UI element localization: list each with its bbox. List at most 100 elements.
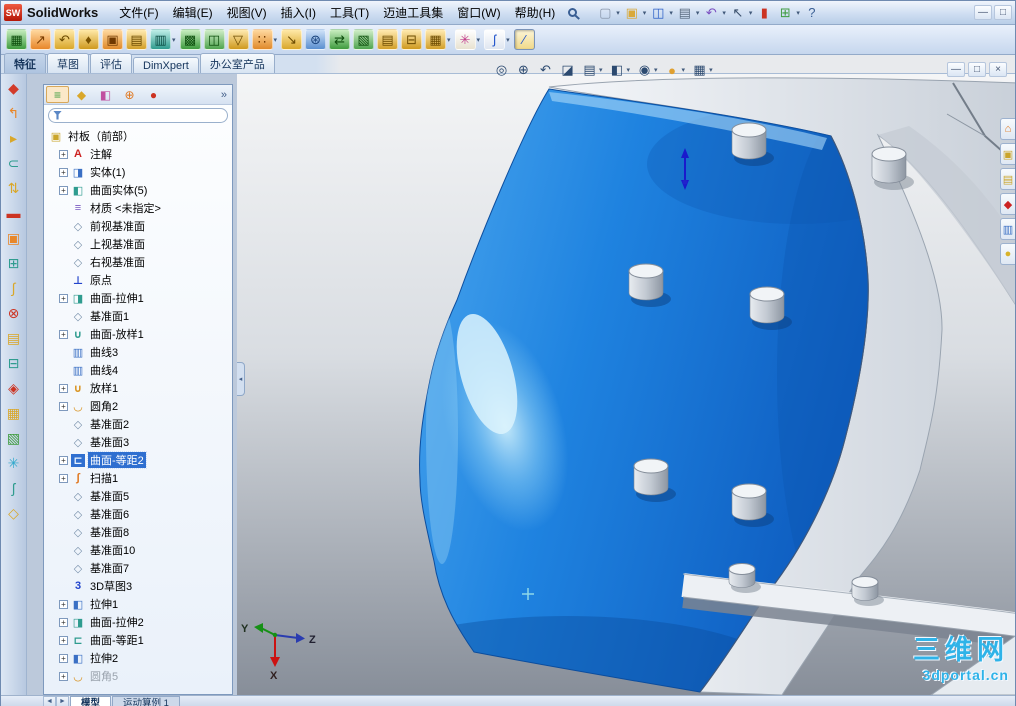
save[interactable]: ◫ ▾ xyxy=(648,3,674,23)
box-orange-icon[interactable]: ▣ xyxy=(5,229,23,247)
badge-grid-dropdown-icon[interactable]: ▾ xyxy=(447,36,451,44)
print-dropdown-icon[interactable]: ▾ xyxy=(696,9,700,17)
spline-teal-icon[interactable]: ʃ xyxy=(5,479,23,497)
design-table-icon[interactable]: ▦ xyxy=(6,29,27,50)
view-orientation[interactable]: ▤ ▾ xyxy=(581,62,604,79)
rollback-icon[interactable]: ↶ xyxy=(54,29,75,50)
close-doc[interactable]: × xyxy=(989,62,1007,77)
save-dropdown-icon[interactable]: ▾ xyxy=(669,9,673,17)
view-orientation-dropdown-icon[interactable]: ▾ xyxy=(599,66,603,74)
bom-table-icon[interactable]: ▩ xyxy=(179,29,201,50)
expand-toggle-icon[interactable]: + xyxy=(59,635,68,645)
material-manager[interactable]: ▥ ▾ xyxy=(150,29,177,50)
featuremanager-tab[interactable]: ≡ xyxy=(46,86,69,103)
minimize-app[interactable]: — xyxy=(974,5,992,20)
material-manager-icon[interactable]: ▥ xyxy=(150,29,171,50)
insert-arrow-icon[interactable]: ↘ xyxy=(281,29,303,50)
tree-item-2[interactable]: + A 注解 xyxy=(47,145,216,163)
folder-gold-icon[interactable]: ▤ xyxy=(377,29,399,50)
undo[interactable]: ↶ ▾ xyxy=(701,3,727,23)
design-table[interactable]: ▦ xyxy=(6,29,27,50)
zoom-fit[interactable]: ◎ xyxy=(493,62,510,79)
expand-toggle-icon[interactable]: + xyxy=(59,185,68,195)
pattern-dots-dropdown-icon[interactable]: ▾ xyxy=(274,36,278,44)
measure-pressed[interactable]: ∕ xyxy=(513,29,535,50)
model-canvas[interactable]: Y X Z xyxy=(237,74,1015,695)
tree-item-4[interactable]: + ◧ 曲面实体(5) xyxy=(47,181,216,199)
menu-item-4[interactable]: 插入(I) xyxy=(274,2,323,23)
insert-arrow[interactable]: ↘ xyxy=(281,29,303,50)
block-green[interactable]: ▧ xyxy=(353,29,375,50)
spline-curve-dropdown-icon[interactable]: ▾ xyxy=(506,36,510,44)
dimxpertmanager-tab[interactable]: ⊕ xyxy=(118,86,141,103)
displaymanager-tab[interactable]: ● xyxy=(142,86,165,103)
folder-tool-icon[interactable]: ▤ xyxy=(5,329,23,347)
material-manager-dropdown-icon[interactable]: ▾ xyxy=(172,36,176,44)
expand-toggle-icon[interactable]: + xyxy=(59,455,68,465)
scroll-tabs-left[interactable]: ◄ xyxy=(43,696,56,706)
print-icon[interactable]: ▤ xyxy=(675,3,695,23)
expand-toggle-icon[interactable]: + xyxy=(59,473,68,483)
menu-item-1[interactable]: 文件(F) xyxy=(112,2,165,23)
smart-fastener-star-dropdown-icon[interactable]: ▾ xyxy=(477,36,481,44)
tree-item-21[interactable]: ◇ 基准面5 xyxy=(47,487,216,505)
tree-item-9[interactable]: ⊥ 原点 xyxy=(47,271,216,289)
save-icon[interactable]: ◫ xyxy=(648,3,668,23)
swap-config[interactable]: ⇄ xyxy=(329,29,351,50)
open-document[interactable]: ▣ ▾ xyxy=(622,3,648,23)
alert-bell-icon[interactable]: ♦ xyxy=(78,29,99,50)
print[interactable]: ▤ ▾ xyxy=(675,3,701,23)
tree-item-14[interactable]: ▥ 曲线4 xyxy=(47,361,216,379)
expand-toggle-icon[interactable]: + xyxy=(59,383,68,393)
configurationmanager-tab[interactable]: ◧ xyxy=(94,86,117,103)
section-view[interactable]: ◪ xyxy=(559,62,576,79)
new-document[interactable]: ▢ ▾ xyxy=(595,3,621,23)
grid-teal-icon[interactable]: ⊞ xyxy=(5,254,23,272)
pattern-dots[interactable]: ∷ ▾ xyxy=(251,29,279,50)
minimize-doc[interactable]: — xyxy=(947,62,965,77)
graphics-viewport[interactable]: Y X Z ◂ ⌂ ▣ ▤ ◆ ▥ ● 三维网 3dportal.cn xyxy=(237,74,1015,695)
badge-grid[interactable]: ▦ ▾ xyxy=(425,29,452,50)
color-swatches[interactable]: ▮ xyxy=(754,3,774,23)
new-document-dropdown-icon[interactable]: ▾ xyxy=(616,9,620,17)
display-style-icon[interactable]: ◧ xyxy=(609,62,626,79)
apply-scene-dropdown-icon[interactable]: ▾ xyxy=(709,66,713,74)
pattern-green-icon[interactable]: ▧ xyxy=(5,429,23,447)
tree-item-10[interactable]: + ◨ 曲面-拉伸1 xyxy=(47,289,216,307)
star-cyan-icon[interactable]: ✳ xyxy=(5,454,23,472)
model-tab-2[interactable]: 运动算例 1 xyxy=(112,696,180,706)
edit-appearance-icon[interactable]: ● xyxy=(664,62,681,79)
menu-item-7[interactable]: 窗口(W) xyxy=(450,2,507,23)
appearances-scenes[interactable]: ● xyxy=(1000,243,1015,265)
select-dropdown-icon[interactable]: ▾ xyxy=(749,9,753,17)
spline-curve[interactable]: ʃ ▾ xyxy=(484,29,511,50)
tree-item-13[interactable]: ▥ 曲线3 xyxy=(47,343,216,361)
tree-item-5[interactable]: ≡ 材质 <未指定> xyxy=(47,199,216,217)
view-settings[interactable]: ⊞ ▾ xyxy=(775,3,801,23)
gear-tools-icon[interactable]: ⊛ xyxy=(305,29,327,50)
pin-marker-icon[interactable]: ◆ xyxy=(5,79,23,97)
panel-collapse-handle[interactable]: ◂ xyxy=(237,362,245,396)
undo-dropdown-icon[interactable]: ▾ xyxy=(722,9,726,17)
design-library[interactable]: ▣ xyxy=(1000,143,1015,165)
menu-item-5[interactable]: 工具(T) xyxy=(323,2,376,23)
view-settings-icon[interactable]: ⊞ xyxy=(775,3,795,23)
edit-appearance-dropdown-icon[interactable]: ▾ xyxy=(682,66,686,74)
export-arrow[interactable]: ↗ xyxy=(30,29,51,50)
tree-item-19[interactable]: + ⊏ 曲面-等距2 xyxy=(47,451,216,469)
expand-toggle-icon[interactable]: + xyxy=(59,329,68,339)
fastener-plug-icon[interactable]: ⊟ xyxy=(401,29,423,50)
display-style[interactable]: ◧ ▾ xyxy=(609,62,632,79)
select[interactable]: ↖ ▾ xyxy=(728,3,754,23)
folder-gold[interactable]: ▤ xyxy=(377,29,399,50)
propertymanager-tab[interactable]: ◆ xyxy=(70,86,93,103)
rollback[interactable]: ↶ xyxy=(54,29,75,50)
tree-item-7[interactable]: ◇ 上视基准面 xyxy=(47,235,216,253)
block-green-icon[interactable]: ▧ xyxy=(353,29,375,50)
tree-item-8[interactable]: ◇ 右视基准面 xyxy=(47,253,216,271)
tree-item-29[interactable]: + ⊏ 曲面-等距1 xyxy=(47,631,216,649)
equation-box-icon[interactable]: ◫ xyxy=(203,29,225,50)
search-icon[interactable] xyxy=(568,8,578,17)
filter-funnel[interactable]: ▽ xyxy=(227,29,249,50)
badge-grid-icon[interactable]: ▦ xyxy=(425,29,447,50)
